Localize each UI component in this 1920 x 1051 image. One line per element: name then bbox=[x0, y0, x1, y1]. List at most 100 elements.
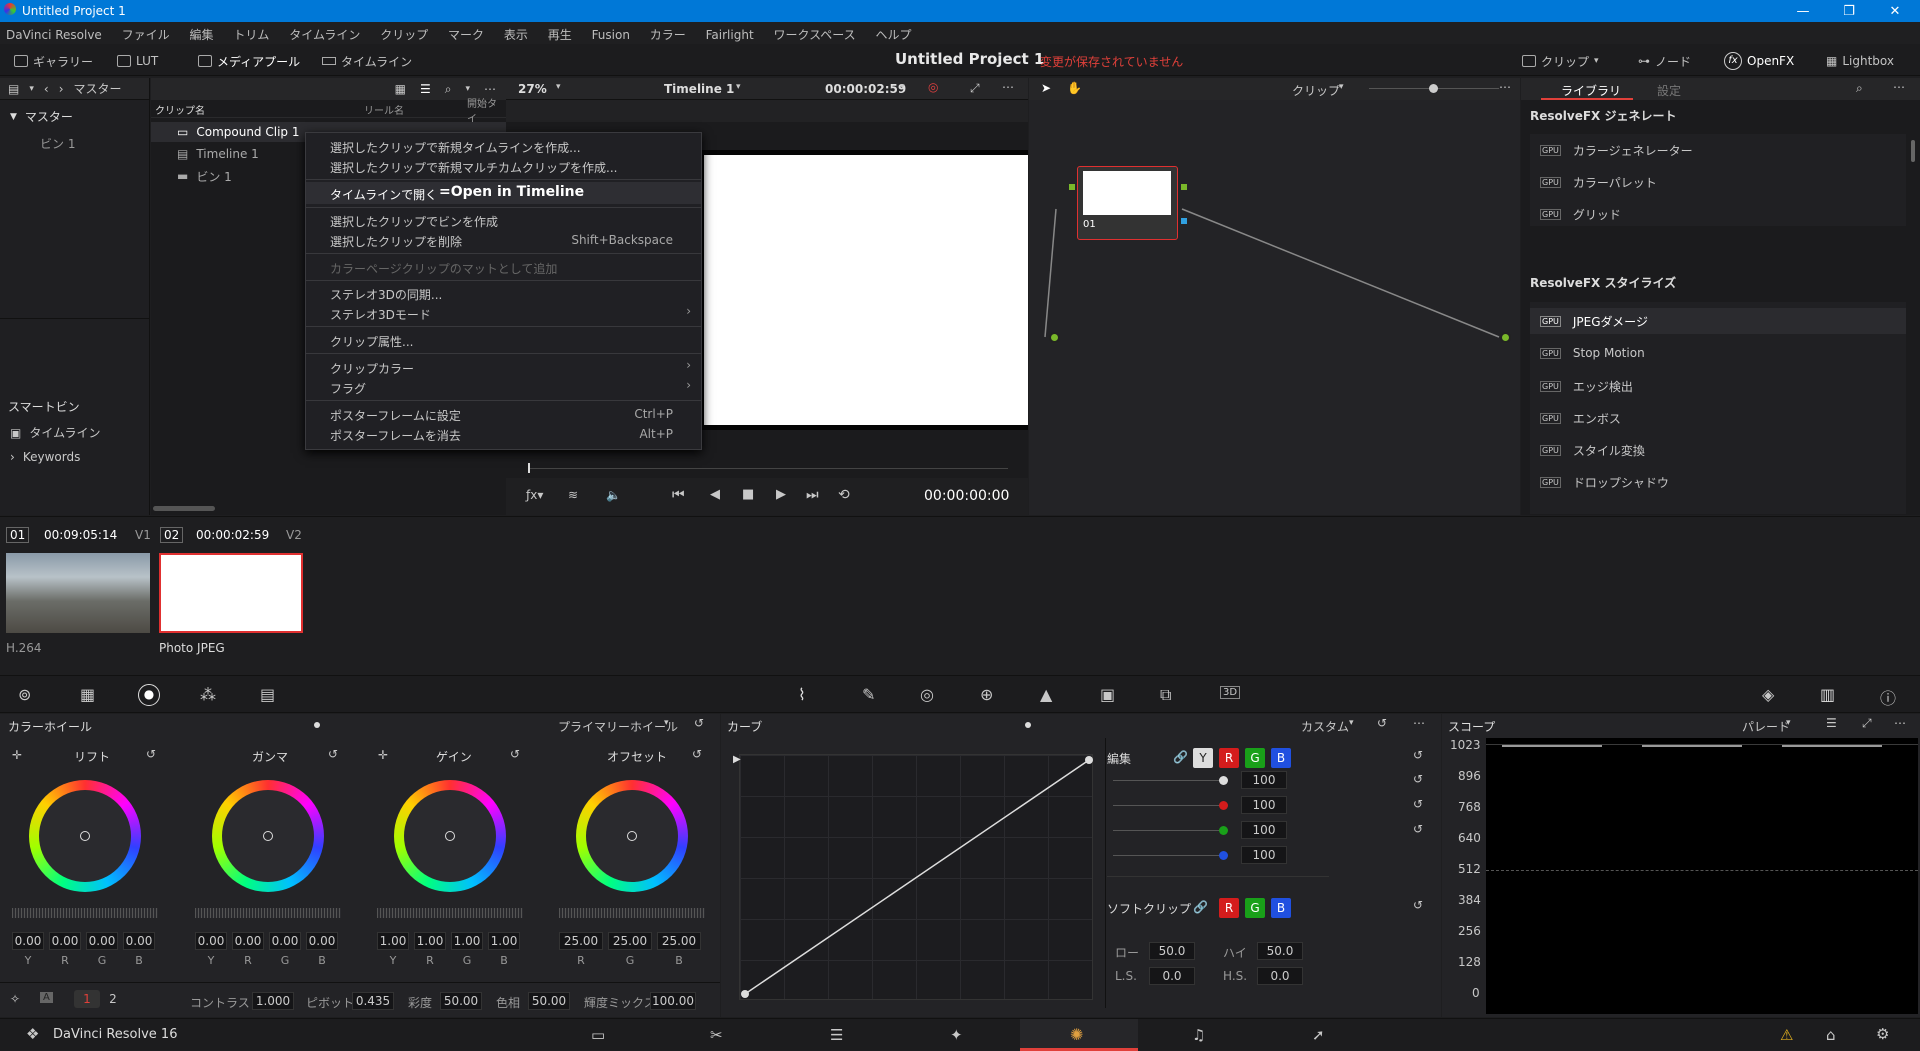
layers-icon[interactable]: ≋ bbox=[568, 488, 578, 502]
intensity-g-slider[interactable] bbox=[1113, 830, 1223, 831]
node-output[interactable] bbox=[1181, 184, 1187, 190]
tc-dropdown-icon[interactable]: ▾ bbox=[900, 82, 905, 92]
node-mode-dropdown[interactable]: クリップ bbox=[1292, 82, 1340, 99]
warning-icon[interactable]: ⚠ bbox=[1780, 1026, 1793, 1044]
menu-open-in-timeline[interactable]: タイムラインで開く bbox=[330, 186, 437, 203]
gamma-master-slider[interactable] bbox=[195, 908, 341, 918]
wheel-lift-handle[interactable] bbox=[80, 831, 90, 841]
timeline-selector[interactable]: Timeline 1 bbox=[664, 82, 734, 96]
play-icon[interactable]: ▶ bbox=[776, 487, 786, 502]
playhead[interactable] bbox=[528, 463, 530, 473]
menu-clip-color[interactable]: クリップカラー bbox=[330, 360, 414, 377]
smartbin-keywords[interactable]: › Keywords bbox=[10, 450, 80, 464]
openfx-button[interactable]: fx OpenFX bbox=[1724, 51, 1794, 71]
menu-delete-clip[interactable]: 選択したクリップを削除 bbox=[330, 233, 462, 250]
tracker-icon[interactable]: ⊕ bbox=[980, 685, 993, 704]
menu-fusion[interactable]: Fusion bbox=[592, 28, 630, 42]
link-icon[interactable]: 🔗 bbox=[1193, 900, 1208, 914]
channel-b-button[interactable]: B bbox=[1271, 748, 1291, 768]
reset-icon[interactable]: ↺ bbox=[1413, 797, 1423, 811]
gain-b-value[interactable]: 1.00 bbox=[488, 932, 520, 950]
corrector-node[interactable]: 01 bbox=[1077, 166, 1178, 240]
menu-view[interactable]: 表示 bbox=[504, 26, 528, 43]
channel-g-button[interactable]: G bbox=[1245, 748, 1265, 768]
menu-flag[interactable]: フラグ bbox=[330, 380, 366, 397]
fx-item[interactable]: GPU グリッド bbox=[1540, 206, 1621, 223]
reset-icon[interactable]: ↺ bbox=[1413, 772, 1423, 786]
chevron-down-icon[interactable]: ▾ bbox=[664, 718, 669, 728]
fx-mode-icon[interactable]: ƒx▾ bbox=[526, 488, 543, 502]
softclip-r-button[interactable]: R bbox=[1219, 898, 1239, 918]
expand-icon[interactable]: ⤢ bbox=[1862, 716, 1872, 731]
intensity-g-value[interactable]: 100 bbox=[1241, 821, 1287, 839]
scope-more-icon[interactable]: ⋯ bbox=[1894, 716, 1906, 730]
color-match-icon[interactable]: ▦ bbox=[80, 685, 95, 704]
gain-y-value[interactable]: 1.00 bbox=[377, 932, 409, 950]
tree-master[interactable]: ▼ マスター bbox=[10, 108, 73, 125]
wheel-mode-dropdown[interactable]: プライマリーホイール bbox=[558, 718, 678, 735]
library-more-icon[interactable]: ⋯ bbox=[1893, 80, 1905, 94]
offset-g-value[interactable]: 25.00 bbox=[608, 932, 652, 950]
page-deliver-icon[interactable]: ➚ bbox=[1312, 1026, 1325, 1044]
menu-clip[interactable]: クリップ bbox=[380, 26, 428, 43]
tab-settings[interactable]: 設定 bbox=[1657, 82, 1681, 99]
scope-settings-icon[interactable]: ☰ bbox=[1826, 716, 1837, 730]
gain-r-value[interactable]: 1.00 bbox=[414, 932, 446, 950]
softclip-b-button[interactable]: B bbox=[1271, 898, 1291, 918]
home-icon[interactable]: ⌂ bbox=[1826, 1026, 1836, 1044]
slider-handle[interactable] bbox=[1219, 776, 1228, 785]
menu-color[interactable]: カラー bbox=[650, 26, 686, 43]
sizing-icon[interactable]: ⧉ bbox=[1160, 685, 1171, 705]
col-name[interactable]: クリップ名 bbox=[155, 102, 205, 117]
highlight-icon[interactable]: ◎ bbox=[928, 80, 938, 94]
node-button[interactable]: ⊶ ノード bbox=[1638, 51, 1691, 71]
fx-item[interactable]: GPU エンボス bbox=[1540, 410, 1621, 427]
menu-davinci[interactable]: DaVinci Resolve bbox=[6, 28, 102, 42]
reset-icon[interactable]: ↺ bbox=[510, 747, 520, 761]
volume-icon[interactable]: 🔈 bbox=[606, 488, 621, 502]
slider-handle[interactable] bbox=[1219, 851, 1228, 860]
forward-icon[interactable]: › bbox=[59, 82, 64, 96]
hand-icon[interactable]: ✋ bbox=[1067, 81, 1082, 95]
rgb-mixer-icon[interactable]: ⁂ bbox=[200, 685, 216, 704]
menu-create-bin[interactable]: 選択したクリップでビンを作成 bbox=[330, 213, 498, 230]
pivot-value[interactable]: 0.435 bbox=[352, 992, 394, 1010]
viewer-more-icon[interactable]: ⋯ bbox=[1002, 80, 1014, 94]
reset-icon[interactable]: ↺ bbox=[146, 747, 156, 761]
chevron-down-icon[interactable]: ▾ bbox=[1786, 718, 1791, 728]
menu-help[interactable]: ヘルプ bbox=[876, 26, 912, 43]
menu-set-poster[interactable]: ポスターフレームに設定 bbox=[330, 407, 461, 424]
page-media-icon[interactable]: ▭ bbox=[591, 1026, 605, 1044]
pointer-icon[interactable]: ➤ bbox=[1041, 81, 1051, 95]
menu-fairlight[interactable]: Fairlight bbox=[706, 28, 754, 42]
slider-handle[interactable] bbox=[1219, 801, 1228, 810]
search-icon[interactable]: ⌕ bbox=[445, 82, 452, 97]
reset-icon[interactable]: ↺ bbox=[694, 716, 704, 730]
grid-view-icon[interactable]: ▦ bbox=[395, 82, 406, 96]
tree-bin-1[interactable]: ビン 1 bbox=[40, 135, 75, 152]
offset-b-value[interactable]: 25.00 bbox=[657, 932, 701, 950]
curves-more-icon[interactable]: ⋯ bbox=[1413, 716, 1425, 730]
lum-mix-value[interactable]: 100.00 bbox=[650, 992, 696, 1010]
gamma-g-value[interactable]: 0.00 bbox=[269, 932, 301, 950]
node-more-icon[interactable]: ⋯ bbox=[1499, 80, 1511, 94]
menu-new-multicam[interactable]: 選択したクリップで新規マルチカムクリップを作成... bbox=[330, 159, 617, 176]
reset-icon[interactable]: ↺ bbox=[1413, 898, 1423, 912]
info-icon[interactable]: ⓘ bbox=[1880, 685, 1896, 709]
page-edit-icon[interactable]: ☰ bbox=[830, 1026, 843, 1044]
clip-toggle-button[interactable]: クリップ ▾ bbox=[1522, 51, 1599, 71]
scope-icon[interactable]: ▥ bbox=[1820, 685, 1835, 704]
restore-icon[interactable]: ❐ bbox=[1826, 0, 1872, 22]
fx-item[interactable]: GPU JPEGダメージ bbox=[1530, 308, 1906, 334]
tab-library[interactable]: ライブラリ bbox=[1561, 82, 1621, 99]
library-scrollbar[interactable] bbox=[1911, 140, 1915, 162]
node-key-output[interactable] bbox=[1181, 218, 1187, 224]
intensity-b-slider[interactable] bbox=[1113, 855, 1223, 856]
fx-item[interactable]: GPU ドロップシャドウ bbox=[1540, 474, 1669, 491]
blur-icon[interactable]: ▲ bbox=[1040, 685, 1052, 704]
menu-new-timeline[interactable]: 選択したクリップで新規タイムラインを作成... bbox=[330, 139, 581, 156]
fx-item[interactable]: GPU エッジ検出 bbox=[1540, 378, 1633, 395]
col-reel[interactable]: リール名 bbox=[364, 102, 404, 117]
intensity-b-value[interactable]: 100 bbox=[1241, 846, 1287, 864]
page-1-button[interactable]: 1 bbox=[74, 990, 100, 1008]
